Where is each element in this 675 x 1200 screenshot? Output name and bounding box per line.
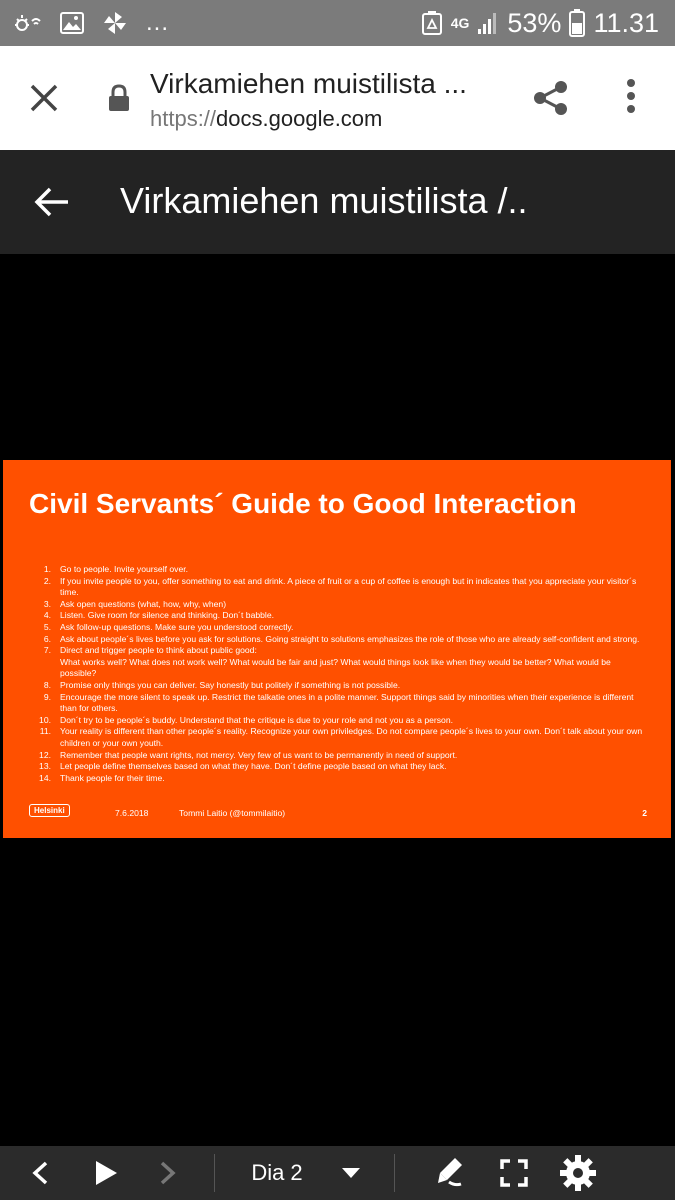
footer-date: 7.6.2018 <box>115 808 149 818</box>
list-item-number: 5. <box>43 621 51 632</box>
lock-icon <box>107 84 131 117</box>
guide-list: 1. Go to people. Invite yourself over. 2. I… <box>29 564 649 784</box>
pinwheel-icon <box>102 10 128 36</box>
guide-list-item: 13. Let people define themselves based on… <box>29 761 649 773</box>
list-item-number: 2. <box>43 575 51 586</box>
guide-list-item: 4. Listen. Give room for silence and thin… <box>29 610 649 622</box>
play-icon[interactable] <box>84 1146 128 1200</box>
slide: Civil Servants´ Guide to Good Interactio… <box>3 460 671 838</box>
list-item-text: Ask open questions (what, how, why, when… <box>60 598 227 609</box>
list-item-text: Direct and trigger people to think about… <box>60 645 257 656</box>
list-item-number: 7. <box>43 645 51 656</box>
guide-list-item: What works well? What does not work well… <box>29 657 649 680</box>
list-item-text: Thank people for their time. <box>60 772 165 783</box>
guide-list-item: 7. Direct and trigger people to think abo… <box>29 645 649 657</box>
more-vert-icon[interactable] <box>620 76 642 121</box>
guide-list-item: 3. Ask open questions (what, how, why, wh… <box>29 599 649 611</box>
guide-list-item: 1. Go to people. Invite yourself over. <box>29 564 649 576</box>
list-item-text: If you invite people to you, offer somet… <box>60 575 637 598</box>
list-item-number: 3. <box>43 598 51 609</box>
settings-icon[interactable] <box>554 1146 602 1200</box>
list-item-number: 9. <box>43 691 51 702</box>
page-title: Virkamiehen muistilista ... <box>150 68 467 99</box>
list-item-text: Remember that people want rights, not me… <box>60 749 458 760</box>
footer-author: Tommi Laitio (@tommilaitio) <box>179 808 286 818</box>
signal-icon <box>477 11 499 35</box>
back-arrow-icon[interactable] <box>34 186 70 223</box>
battery-icon <box>569 9 586 37</box>
helsinki-logo: Helsinki <box>29 804 70 817</box>
slide-selector-label: Dia 2 <box>251 1160 303 1185</box>
battery-percent: 53% <box>507 7 562 38</box>
guide-list-item: 8. Promise only things you can deliver. S… <box>29 680 649 692</box>
list-item-number: 1. <box>43 564 51 574</box>
list-item-text: Let people define themselves based on wh… <box>60 761 447 772</box>
slide-selector[interactable]: Dia 2 <box>234 1146 378 1200</box>
slide-footer: Helsinki 7.6.2018 Tommi Laitio (@tommila… <box>29 804 649 824</box>
list-item-text: Ask follow-up questions. Make sure you u… <box>60 621 294 632</box>
clock: 11.31 <box>593 7 659 38</box>
list-item-text: Ask about people´s lives before you ask … <box>60 633 640 644</box>
list-item-number: 10. <box>39 714 51 725</box>
list-item-number: 14. <box>39 772 51 783</box>
list-item-number: 6. <box>43 633 51 644</box>
list-item-text: What works well? What does not work well… <box>60 656 611 679</box>
list-item-number: 13. <box>39 761 51 772</box>
slide-title: Civil Servants´ Guide to Good Interactio… <box>29 488 577 519</box>
docs-app-bar: Virkamiehen muistilista /.. <box>0 150 675 254</box>
fullscreen-icon[interactable] <box>494 1146 534 1200</box>
toolbar-divider <box>214 1154 215 1192</box>
dropdown-icon <box>341 1168 360 1178</box>
guide-list-item: 12. Remember that people want rights, not… <box>29 750 649 762</box>
guide-list-item: 11. Your reality is different than other … <box>29 726 649 749</box>
page-url: https://docs.google.com <box>150 106 382 132</box>
list-item-text: Go to people. Invite yourself over. <box>60 564 189 574</box>
list-item-text: Your reality is different than other peo… <box>60 726 643 748</box>
status-overflow: ... <box>146 9 170 36</box>
guide-list-item: 2. If you invite people to you, offer som… <box>29 576 649 599</box>
list-item-text: Listen. Give room for silence and thinki… <box>60 610 275 621</box>
guide-list-item: 9. Encourage the more silent to speak up.… <box>29 692 649 715</box>
prev-icon[interactable] <box>20 1146 60 1200</box>
list-item-number: 4. <box>43 610 51 621</box>
guide-list-item: 14. Thank people for their time. <box>29 773 649 785</box>
list-item-text: Promise only things you can deliver. Say… <box>60 679 401 690</box>
wifi-calling-icon <box>14 11 42 35</box>
recycle-icon <box>421 10 443 36</box>
document-title: Virkamiehen muistilista /.. <box>120 180 528 221</box>
gallery-icon <box>60 12 84 34</box>
browser-tab-bar: Virkamiehen muistilista ... https://docs… <box>0 46 675 150</box>
toolbar-divider <box>394 1154 395 1192</box>
url-host: docs.google.com <box>216 106 383 131</box>
url-scheme: https:// <box>150 106 217 131</box>
list-item-text: Don´t try to be people´s buddy. Understa… <box>60 714 453 725</box>
presentation-toolbar: Dia 2 <box>0 1146 675 1200</box>
network-type: 4G <box>450 15 470 31</box>
status-bar: ... 4G 53% 11.31 <box>0 0 675 46</box>
guide-list-item: 6. Ask about people´s lives before you as… <box>29 634 649 646</box>
close-icon[interactable] <box>26 80 62 116</box>
list-item-text: Encourage the more silent to speak up. R… <box>60 691 634 714</box>
guide-list-item: 5. Ask follow-up questions. Make sure you… <box>29 622 649 634</box>
share-icon[interactable] <box>532 79 570 122</box>
list-item-number: 12. <box>39 749 51 760</box>
guide-list-item: 10. Don´t try to be people´s buddy. Under… <box>29 715 649 727</box>
next-icon[interactable] <box>148 1146 188 1200</box>
slide-page-number: 2 <box>642 808 647 818</box>
list-item-number: 11. <box>39 726 51 737</box>
list-item-number: 8. <box>43 679 51 690</box>
pen-icon[interactable] <box>428 1146 472 1200</box>
